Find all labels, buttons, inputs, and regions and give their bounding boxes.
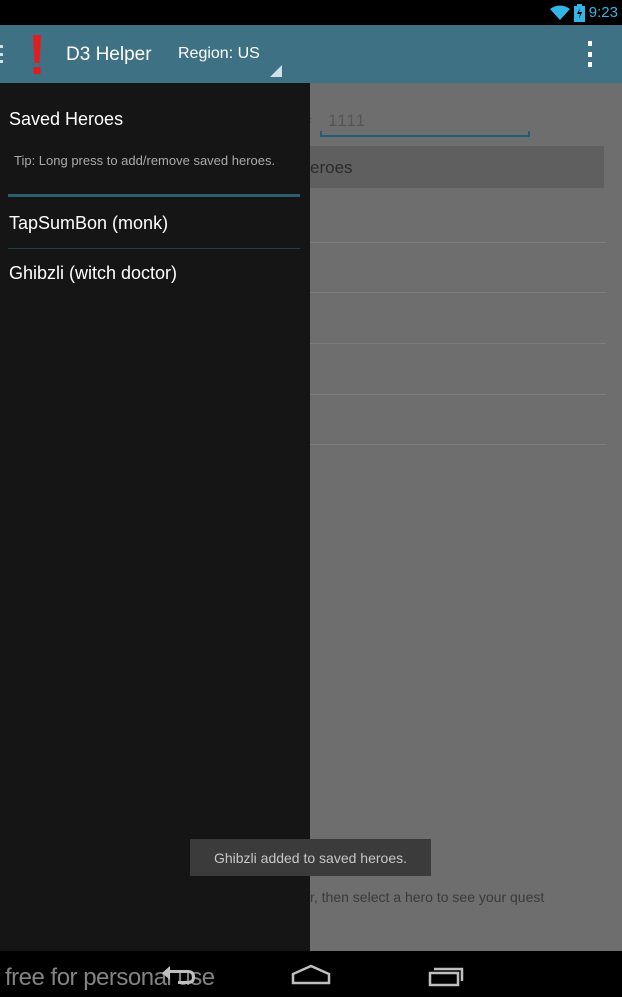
hero-row-divider xyxy=(310,242,606,243)
hero-row-divider xyxy=(310,394,606,395)
clock: 9:23 xyxy=(588,4,618,21)
drawer-item-divider xyxy=(8,248,300,249)
recent-apps-icon[interactable] xyxy=(416,957,476,993)
saved-hero-item[interactable]: Ghibzli (witch doctor) xyxy=(0,251,310,299)
saved-hero-label: Ghibzli (witch doctor) xyxy=(9,263,178,283)
hero-row-divider xyxy=(310,292,606,293)
toast-message: Ghibzli added to saved heroes. xyxy=(190,839,431,876)
app-title: D3 Helper xyxy=(66,44,152,65)
overflow-menu-icon[interactable] xyxy=(578,41,602,67)
drawer-header-divider xyxy=(8,194,300,197)
system-nav-bar: free for personal use xyxy=(0,951,622,997)
region-spinner[interactable]: Region: US xyxy=(170,33,284,77)
status-bar: 9:23 xyxy=(0,0,622,25)
region-spinner-label: Region: US xyxy=(178,45,260,62)
saved-hero-label: TapSumBon (monk) xyxy=(9,213,169,233)
back-icon[interactable] xyxy=(148,957,208,993)
drawer-title: Saved Heroes xyxy=(9,109,124,129)
status-icons: 9:23 xyxy=(549,2,618,23)
battery-charging-icon xyxy=(573,3,585,22)
action-bar: D3 Helper Region: US xyxy=(0,25,622,83)
drawer-indicator-icon[interactable] xyxy=(0,45,4,63)
hero-row-divider xyxy=(310,444,606,445)
instructions-text: r, then select a hero to see your quest xyxy=(310,889,545,905)
home-icon[interactable] xyxy=(281,957,341,993)
hero-row-divider xyxy=(310,343,606,344)
spinner-corner-icon xyxy=(270,65,282,77)
saved-hero-item[interactable]: TapSumBon (monk) xyxy=(0,201,310,249)
drawer-tip: Tip: Long press to add/remove saved hero… xyxy=(14,153,276,168)
exclamation-icon[interactable] xyxy=(22,35,52,75)
wifi-icon xyxy=(549,5,570,20)
get-heroes-button[interactable]: eroes xyxy=(310,146,604,188)
battletag-number-input[interactable]: 1111 xyxy=(320,105,530,137)
navigation-drawer: Saved Heroes Tip: Long press to add/remo… xyxy=(0,83,310,951)
